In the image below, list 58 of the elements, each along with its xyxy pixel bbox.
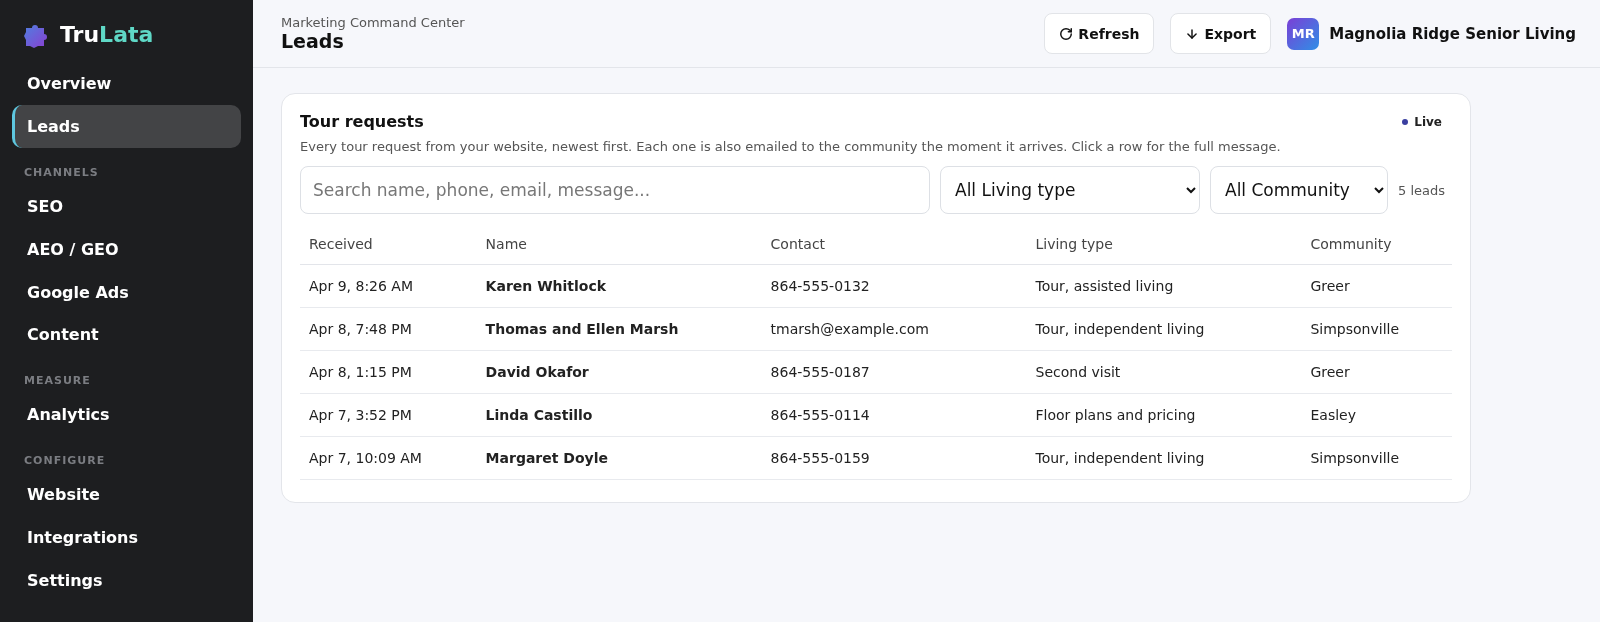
column-header: Contact [761,224,1027,265]
nav-item[interactable]: Website [12,473,241,517]
nav-item[interactable]: Google Ads [12,270,241,314]
nav-item[interactable]: AEO / GEO [12,227,241,271]
table-cell: 864-555-0187 [761,350,1027,394]
nav-item[interactable]: SEO [12,184,241,228]
card-title: Tour requests [300,112,424,131]
table-cell: Easley [1301,393,1452,437]
card-description: Every tour request from your website, newest first. Each one is also emailed to the community the moment it arrives. Click a row for the full message. [300,139,1282,154]
table-cell: Margaret Doyle [476,436,762,480]
table-cell: Tour, independent living [1026,436,1302,480]
nav-section-heading: MEASURE [23,373,92,390]
table-cell: tmarsh@example.com [761,307,1027,351]
column-header: Received [300,224,477,265]
page-title: Leads [281,30,345,52]
nav-item[interactable]: Leads [12,104,241,148]
table-cell: Floor plans and pricing [1026,393,1302,437]
table-cell: Second visit [1026,350,1302,394]
table-cell: Thomas and Ellen Marsh [476,307,762,351]
account-avatar[interactable]: MR [1287,17,1320,50]
nav-item[interactable]: Settings [12,559,241,603]
table-cell: Apr 7, 3:52 PM [300,393,477,437]
live-indicator: Live [1402,114,1442,129]
search-field[interactable]: Search name, phone, email, message... [300,166,930,214]
table-cell: Linda Castillo [476,393,762,437]
nav-item[interactable]: Content [12,313,241,357]
table-cell: Apr 9, 8:26 AM [300,264,477,308]
column-header: Community [1301,224,1452,265]
table-cell: Karen Whitlock [476,264,762,308]
table-cell: Tour, assisted living [1026,264,1302,308]
lead-count: 5 leads [1398,182,1445,198]
table-cell: Apr 7, 10:09 AM [300,436,477,480]
nav-section-heading: CONFIGURE [23,453,107,470]
table-cell: Simpsonville [1301,436,1452,480]
table-cell: Tour, independent living [1026,307,1302,351]
table-cell: Simpsonville [1301,307,1452,351]
nav-item[interactable]: Integrations [12,516,241,560]
export-button[interactable]: Export [1170,13,1272,54]
refresh-button[interactable]: Refresh [1044,13,1155,54]
table-cell: Greer [1301,350,1452,394]
table-cell: Greer [1301,264,1452,308]
table-cell: Apr 8, 7:48 PM [300,307,477,351]
column-header: Name [476,224,762,265]
nav-item[interactable]: Overview [12,62,241,105]
nav-item[interactable]: Analytics [12,393,241,437]
filter-dropdown[interactable]: All Community [1210,166,1388,214]
nav-section-heading: CHANNELS [23,164,100,181]
table-cell: 864-555-0114 [761,393,1027,437]
table-cell: Apr 8, 1:15 PM [300,350,477,394]
table-cell: David Okafor [476,350,762,394]
page-subtitle: Marketing Command Center [281,15,466,30]
refresh-icon [1059,26,1074,41]
table-cell: 864-555-0159 [761,436,1027,480]
table-cell: 864-555-0132 [761,264,1027,308]
brand-name: TruLata [60,21,154,47]
account-name: Magnolia Ridge Senior Living [1329,24,1576,43]
column-header: Living type [1026,224,1302,265]
filter-dropdown[interactable]: All Living type [940,166,1200,214]
